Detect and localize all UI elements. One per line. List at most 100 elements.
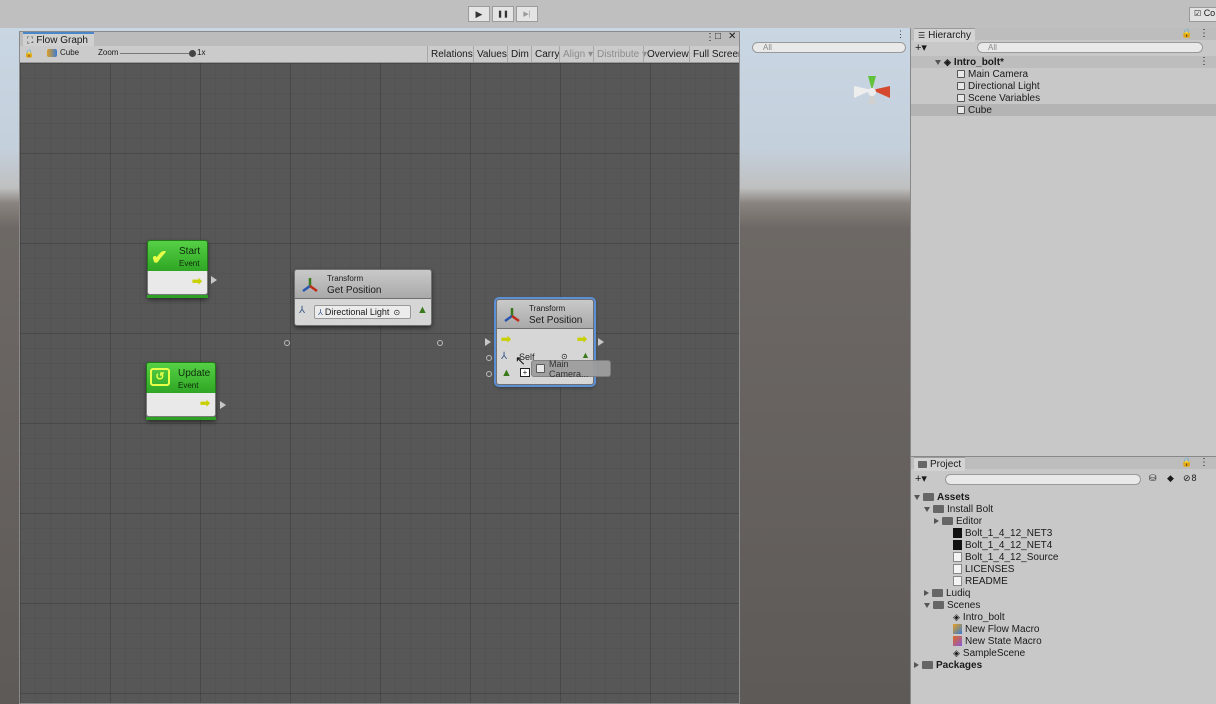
- maximize-icon[interactable]: □: [715, 31, 721, 42]
- get-position-node[interactable]: Transform Get Position ⅄ ⅄ Directional L…: [294, 269, 432, 326]
- expand-arrow-icon[interactable]: [934, 518, 939, 524]
- graph-canvas[interactable]: ✔ Start Event ➡ ↺ Update Event ➡: [20, 63, 740, 704]
- toolbar-distribute-button[interactable]: Distribute ▾: [593, 46, 643, 62]
- toolbar-carry-button[interactable]: Carry: [531, 46, 559, 62]
- set-position-header[interactable]: Transform Set Position: [496, 299, 594, 329]
- project-item-editor[interactable]: Editor: [934, 515, 982, 527]
- toolbar-align-button[interactable]: Align ▾: [559, 46, 593, 62]
- scene-row[interactable]: ◈ Intro_bolt*: [935, 56, 1004, 68]
- expand-arrow-icon[interactable]: [924, 603, 930, 608]
- get-position-header[interactable]: Transform Get Position: [294, 269, 432, 299]
- scene-menu-icon[interactable]: ⋮: [896, 29, 905, 40]
- gizmo-center[interactable]: [868, 88, 876, 96]
- hierarchy-item-label: Scene Variables: [968, 93, 1040, 104]
- lock-icon[interactable]: 🔒: [24, 49, 34, 58]
- set-position-target-input-port[interactable]: [486, 355, 492, 361]
- toolbar-button-label: Dim: [511, 49, 529, 60]
- toolbar-dim-button[interactable]: Dim: [507, 46, 531, 62]
- filter-type-icon[interactable]: ⛁: [1149, 473, 1157, 484]
- gizmo-y-axis[interactable]: [868, 76, 876, 90]
- update-output-port[interactable]: [220, 401, 226, 409]
- checkmark-icon: ✔: [151, 245, 168, 270]
- eye-slash-icon: ⊘: [1183, 473, 1191, 484]
- lock-icon[interactable]: 🔒: [1181, 28, 1192, 39]
- menu-dots-icon[interactable]: ⋮: [705, 32, 715, 43]
- start-event-node[interactable]: ✔ Start Event ➡: [147, 240, 208, 298]
- set-position-value-input-port[interactable]: [486, 371, 492, 377]
- update-node-header[interactable]: ↺ Update Event: [146, 362, 216, 393]
- toolbar-overview-button[interactable]: Overview: [643, 46, 689, 62]
- project-item-scenes[interactable]: Scenes: [924, 599, 980, 611]
- unity-scene-icon: ◈: [944, 57, 951, 68]
- document-file-icon: [953, 564, 962, 574]
- lock-icon[interactable]: 🔒: [1181, 457, 1192, 468]
- play-button[interactable]: ▶: [468, 6, 490, 22]
- toolbar-relations-button[interactable]: Relations: [427, 46, 473, 62]
- project-item-install-bolt[interactable]: Install Bolt: [924, 503, 993, 515]
- project-item-new-flow-macro[interactable]: New Flow Macro: [944, 623, 1039, 635]
- get-position-input-port[interactable]: [284, 340, 290, 346]
- hierarchy-item-main-camera[interactable]: Main Camera: [957, 68, 1028, 80]
- control-output-arrow-icon[interactable]: ➡: [192, 276, 202, 286]
- expand-arrow-icon[interactable]: [924, 507, 930, 512]
- step-button[interactable]: ▶|: [516, 6, 538, 22]
- flow-graph-tab[interactable]: ⛶ Flow Graph: [23, 32, 94, 46]
- zoom-slider-handle[interactable]: [189, 50, 196, 57]
- expand-arrow-icon[interactable]: [914, 662, 919, 668]
- scene-menu-icon[interactable]: ⋮: [1199, 56, 1209, 67]
- start-output-port[interactable]: [211, 276, 217, 284]
- drag-preview-main-camera: Main Camera...: [531, 360, 611, 377]
- menu-dots-icon[interactable]: ⋮: [1199, 28, 1209, 39]
- project-item-bolt-1-4-12-net4[interactable]: Bolt_1_4_12_NET4: [944, 539, 1052, 551]
- project-item-new-state-macro[interactable]: New State Macro: [944, 635, 1042, 647]
- toolbar-values-button[interactable]: Values: [473, 46, 507, 62]
- project-item-licenses[interactable]: LICENSES: [944, 563, 1014, 575]
- get-position-output-port[interactable]: [437, 340, 443, 346]
- project-item-ludiq[interactable]: Ludiq: [924, 587, 970, 599]
- project-item-readme[interactable]: README: [944, 575, 1008, 587]
- menu-dots-icon[interactable]: ⋮: [1199, 457, 1209, 468]
- scene-gizmo[interactable]: [848, 70, 898, 130]
- set-position-control-output-port[interactable]: [598, 338, 604, 346]
- object-picker-icon[interactable]: ⊙: [393, 308, 400, 317]
- toolbar-button-label: Overview: [647, 49, 689, 60]
- directional-light-object-field[interactable]: ⅄ Directional Light ⊙: [314, 305, 411, 319]
- hierarchy-item-cube[interactable]: Cube: [957, 104, 992, 116]
- scene-search-input[interactable]: All: [752, 42, 906, 53]
- control-input-arrow-icon[interactable]: ➡: [501, 334, 511, 344]
- expand-arrow-icon[interactable]: [935, 60, 941, 65]
- hierarchy-item-scene-variables[interactable]: Scene Variables: [957, 92, 1040, 104]
- control-output-arrow-icon[interactable]: ➡: [200, 398, 210, 408]
- create-add-icon[interactable]: +▾: [915, 41, 927, 54]
- create-add-icon[interactable]: +▾: [915, 472, 927, 485]
- graph-target[interactable]: Cube: [47, 48, 79, 57]
- set-position-control-input-port[interactable]: [485, 338, 491, 346]
- toolbar-full-screen-button[interactable]: Full Screen: [689, 46, 740, 62]
- start-node-body: ➡: [147, 271, 208, 295]
- pause-button[interactable]: ❚❚: [492, 6, 514, 22]
- control-output-arrow-icon[interactable]: ➡: [577, 334, 587, 344]
- start-node-header[interactable]: ✔ Start Event: [147, 240, 208, 271]
- project-item-intro-bolt[interactable]: ◈Intro_bolt: [944, 611, 1005, 623]
- hierarchy-item-directional-light[interactable]: Directional Light: [957, 80, 1040, 92]
- project-item-bolt-1-4-12-net3[interactable]: Bolt_1_4_12_NET3: [944, 527, 1052, 539]
- close-icon[interactable]: ✕: [728, 31, 736, 42]
- expand-arrow-icon[interactable]: [914, 495, 920, 500]
- project-item-packages[interactable]: Packages: [914, 659, 982, 671]
- project-tab[interactable]: Project: [914, 457, 965, 471]
- expand-arrow-icon[interactable]: [924, 590, 929, 596]
- zoom-slider-track[interactable]: [120, 53, 192, 54]
- project-item-bolt-1-4-12-source[interactable]: Bolt_1_4_12_Source: [944, 551, 1058, 563]
- label-tag-icon[interactable]: ◆: [1167, 473, 1174, 484]
- hidden-packages-toggle[interactable]: ⊘8: [1183, 473, 1197, 484]
- hierarchy-tab[interactable]: ☰ Hierarchy: [914, 28, 975, 42]
- transform-icon: [301, 277, 319, 293]
- collab-button[interactable]: ☑ Co: [1189, 7, 1216, 22]
- project-item-assets[interactable]: Assets: [914, 491, 970, 503]
- project-search-input[interactable]: [945, 474, 1141, 485]
- hierarchy-search-input[interactable]: All: [977, 42, 1203, 53]
- check-icon: ☑: [1194, 9, 1201, 18]
- project-item-samplescene[interactable]: ◈SampleScene: [944, 647, 1025, 659]
- update-event-node[interactable]: ↺ Update Event ➡: [146, 362, 216, 420]
- folder-icon: [942, 517, 953, 525]
